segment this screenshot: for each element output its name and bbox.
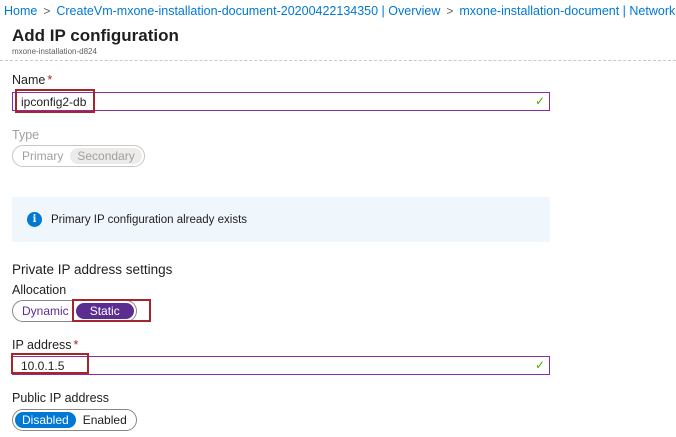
type-label: Type (12, 128, 40, 142)
name-highlight-box (15, 89, 95, 113)
public-ip-option-enabled[interactable]: Enabled (76, 412, 134, 428)
private-ip-section-title: Private IP address settings (12, 262, 173, 277)
type-toggle: Primary Secondary (12, 145, 145, 167)
info-banner-text: Primary IP configuration already exists (51, 213, 248, 226)
ip-address-highlight-box (11, 353, 89, 374)
name-label: Name * (12, 73, 52, 87)
required-marker: * (73, 338, 79, 352)
checkmark-icon: ✓ (534, 358, 545, 372)
page-subtitle: mxone-installation-d824 (12, 47, 97, 56)
type-option-secondary: Secondary (70, 148, 142, 164)
breadcrumb-separator: > (446, 4, 454, 18)
checkmark-icon: ✓ (534, 94, 545, 108)
allocation-option-dynamic[interactable]: Dynamic (15, 303, 76, 319)
info-icon: i (27, 212, 42, 227)
info-banner: i Primary IP configuration already exist… (12, 197, 550, 242)
allocation-highlight-box (72, 299, 151, 322)
public-ip-label: Public IP address (12, 391, 110, 405)
breadcrumb-separator: > (43, 4, 51, 18)
type-option-primary: Primary (22, 149, 64, 163)
ip-address-input[interactable]: 10.0.1.5 ✓ (12, 356, 550, 375)
ip-address-label: IP address * (12, 338, 78, 352)
breadcrumb-vm-overview-link[interactable]: CreateVm-mxone-installation-document-202… (56, 4, 440, 18)
header-divider (0, 60, 676, 61)
required-marker: * (47, 73, 53, 87)
allocation-label: Allocation (12, 283, 67, 297)
breadcrumb-networking-link[interactable]: mxone-installation-document | Networking (459, 4, 676, 18)
ip-address-label-text: IP address (12, 338, 72, 352)
public-ip-option-disabled[interactable]: Disabled (15, 412, 76, 428)
name-label-text: Name (12, 73, 46, 87)
breadcrumb-home-link[interactable]: Home (4, 4, 37, 18)
public-ip-toggle[interactable]: Disabled Enabled (12, 409, 137, 431)
page-title: Add IP configuration (12, 26, 179, 45)
breadcrumb: Home > CreateVm-mxone-installation-docum… (4, 2, 676, 20)
